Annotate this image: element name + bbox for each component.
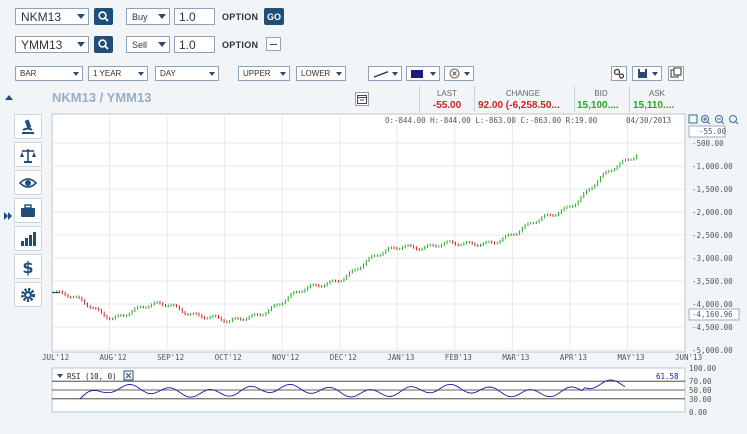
time-tick-label: MAY'13 xyxy=(617,353,644,362)
rsi-axis: 100.00 70.0050.0030.00 0.00 xyxy=(689,364,717,417)
price-chart[interactable]: O:-844.00 H:-844.00 L:-863.00 C:-863.00 … xyxy=(0,0,747,434)
time-axis: JUL'12 AUG'12 SEP'12 OCT'12 NOV'12 DEC'12 JAN'… xyxy=(42,353,702,362)
rsi-tick-label: 50.00 xyxy=(689,386,712,395)
price-axis: -500.00 -1,000.00 -1,500.00 -2,000.00 -2,500… xyxy=(692,139,733,355)
rsi-label: RSI (10, 0) xyxy=(67,372,117,381)
rsi-value: 61.58 xyxy=(656,372,679,381)
ohlc-readout: O:-844.00 H:-844.00 L:-863.00 C:-863.00 … xyxy=(385,116,598,125)
time-tick-label: MAR'13 xyxy=(502,353,529,362)
price-tick-label: -3,000.00 xyxy=(692,254,733,263)
rsi-tick-label: 100.00 xyxy=(689,364,717,373)
price-tick-label: -2,500.00 xyxy=(692,231,733,240)
zoom-in-icon[interactable] xyxy=(701,115,711,125)
plot-area xyxy=(51,113,686,353)
zoom-out-icon[interactable] xyxy=(715,115,725,125)
time-tick-label: DEC'12 xyxy=(330,353,357,362)
current-price-label: -55.00 xyxy=(699,127,727,136)
rsi-close-button[interactable] xyxy=(123,370,134,381)
price-tick-label: -2,000.00 xyxy=(692,208,733,217)
time-tick-label: AUG'12 xyxy=(100,353,127,362)
fit-icon[interactable] xyxy=(688,114,698,124)
time-tick-label: SEP'12 xyxy=(157,353,184,362)
price-tick-label: -4,000.00 xyxy=(692,300,733,309)
time-tick-label: FEB'13 xyxy=(445,353,472,362)
time-tick-label: JAN'13 xyxy=(387,353,414,362)
price-tick-label: -500.00 xyxy=(692,139,724,148)
price-tick-label: -4,500.00 xyxy=(692,323,733,332)
time-tick-label: OCT'12 xyxy=(215,353,242,362)
price-tick-label: -1,000.00 xyxy=(692,162,733,171)
zoom-reset-icon[interactable] xyxy=(729,115,739,125)
date-readout: 04/30/2013 xyxy=(626,116,671,125)
time-tick-label: NOV'12 xyxy=(272,353,299,362)
zoom-controls[interactable] xyxy=(688,114,739,125)
rsi-tick-label: 70.00 xyxy=(689,377,712,386)
time-tick-label: JUN'13 xyxy=(675,353,702,362)
price-tick-label: -1,500.00 xyxy=(692,185,733,194)
time-tick-label: APR'13 xyxy=(560,353,587,362)
rsi-tick-label: 0.00 xyxy=(689,408,708,417)
price-tick-label: -3,500.00 xyxy=(692,277,733,286)
cursor-price-label: -4,160.96 xyxy=(692,310,733,319)
time-tick-label: JUL'12 xyxy=(42,353,69,362)
rsi-tick-label: 30.00 xyxy=(689,395,712,404)
